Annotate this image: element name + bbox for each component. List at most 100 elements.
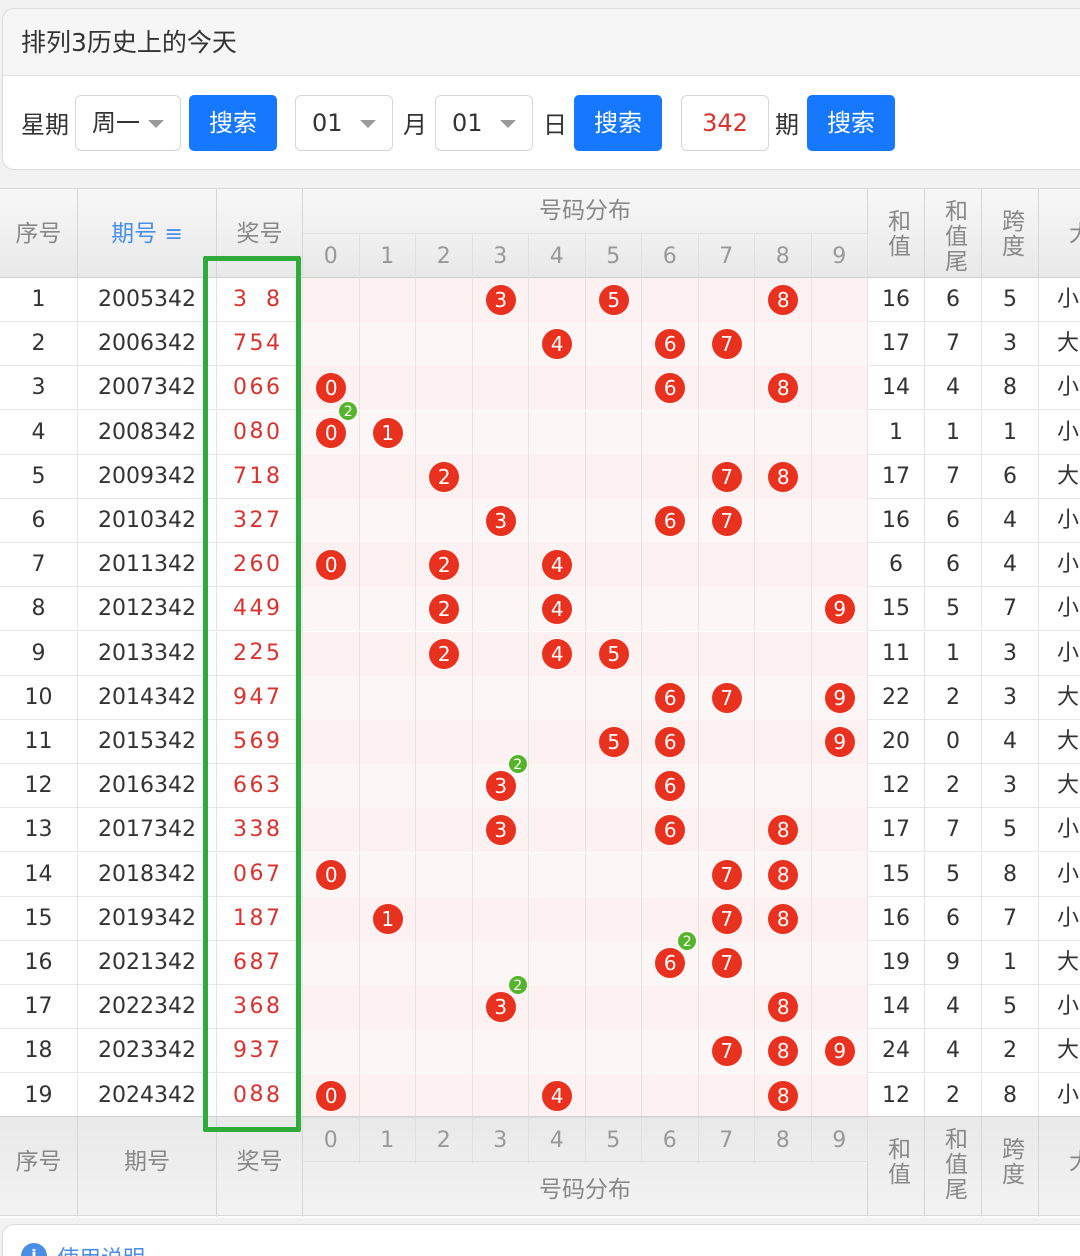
sum-cell: 17 — [868, 454, 925, 499]
header-sum: 和值 — [868, 189, 925, 279]
distribution-cell — [642, 587, 699, 632]
digit-column-header: 8 — [755, 233, 812, 279]
table-row: 18 2023342 9 7 8 24 4 2 大 7 8 9 — [0, 1029, 1080, 1107]
footer-sum-label: 和值 — [883, 1137, 910, 1187]
digit-column-header: 2 — [416, 1117, 473, 1163]
history-table: 序号 期号 ≡ 奖号 号码分布 和值 和值尾 跨度 大 0123456789 1… — [0, 188, 1080, 1218]
header-issue[interactable]: 期号 ≡ — [78, 189, 217, 279]
prize-number-cell: 7 8 2 — [217, 454, 303, 533]
footer-seq: 序号 — [0, 1117, 78, 1217]
distribution-cell — [472, 675, 529, 720]
sum-tail-cell: 7 — [925, 808, 982, 853]
sum-cell: 24 — [868, 1029, 925, 1074]
distribution-cell — [303, 808, 360, 853]
distribution-cell — [642, 985, 699, 1030]
distribution-cell — [472, 631, 529, 676]
seq-cell: 6 — [0, 499, 78, 543]
distribution-cell — [642, 543, 699, 588]
prize-number-cell: 0 0 1 — [217, 410, 303, 489]
table-row: 7 2011342 2 0 4664小024 — [0, 543, 1080, 621]
distribution-cell — [755, 410, 812, 455]
digit-column-header: 7 — [698, 1117, 755, 1163]
span-cell: 4 — [982, 543, 1039, 588]
day-label: 日 — [543, 111, 567, 139]
distribution-cell — [755, 941, 812, 985]
distribution-cell — [416, 852, 473, 897]
issue-cell: 2023342 — [78, 1029, 217, 1074]
distribution-cell — [585, 499, 642, 543]
number-ball: 7 — [711, 859, 742, 890]
month-select[interactable]: 01 — [295, 95, 393, 151]
distribution-cell — [585, 896, 642, 941]
number-ball: 2 — [429, 638, 460, 669]
digit-column-header: 6 — [642, 1117, 699, 1163]
sum-cell: 15 — [868, 852, 925, 897]
seq-cell: 16 — [0, 941, 78, 985]
distribution-cell — [359, 1029, 416, 1074]
prize-number-cell: 2 0 4 — [217, 543, 303, 621]
distribution-cell — [811, 985, 868, 1030]
distribution-cell — [416, 720, 473, 764]
number-ball: 5 — [598, 285, 629, 315]
distribution-cell — [811, 543, 868, 588]
prize-number-cell: 1 7 8 — [217, 896, 303, 975]
number-ball: 7 — [711, 461, 742, 492]
distribution-cell — [529, 720, 586, 764]
number-ball: 8 — [768, 859, 799, 890]
distribution-cell — [303, 587, 360, 632]
span-cell: 7 — [982, 896, 1039, 941]
header-sum-tail-label: 和值尾 — [940, 199, 967, 274]
week-search-button[interactable]: 搜索 — [189, 95, 277, 151]
prize-number-cell: 3 8 6 — [217, 808, 303, 886]
day-select[interactable]: 01 — [435, 95, 533, 151]
number-ball: 0 — [316, 859, 347, 890]
number-ball: 7 — [711, 329, 742, 360]
size-cell: 小 — [1039, 853, 1080, 897]
digit-column-header: 8 — [755, 1117, 812, 1163]
distribution-cell — [811, 366, 868, 411]
distribution-cell — [529, 1029, 586, 1074]
number-ball: 5 — [598, 727, 629, 757]
distribution-cell — [359, 852, 416, 897]
search-form: 星期 周一 搜索 01 月 01 日 搜索 342 期 搜索 — [3, 76, 1080, 169]
table-row: 17 2022342 3 8 3 14 4 5 小 3 8 2 — [0, 975, 1080, 1063]
footer-sum: 和值 — [868, 1117, 925, 1217]
issue-search-button[interactable]: 搜索 — [807, 95, 895, 151]
table-row: 2 2006342 7 4 6 17 7 3 大 4 6 7 — [0, 322, 1080, 400]
distribution-cell — [472, 896, 529, 941]
distribution-cell — [755, 322, 812, 367]
distribution-cell — [755, 499, 812, 543]
seq-cell: 13 — [0, 808, 78, 853]
help-card[interactable]: i 使用说明 — [2, 1224, 1080, 1256]
issue-cell: 2019342 — [78, 896, 217, 941]
prize-number-cell: 5 9 6 — [217, 720, 303, 798]
sort-icon[interactable]: ≡ — [164, 222, 182, 247]
distribution-cell — [811, 322, 868, 367]
distribution-cell — [585, 366, 642, 411]
seq-cell: 12 — [0, 764, 78, 809]
distribution-cell — [359, 631, 416, 676]
week-select[interactable]: 周一 — [75, 95, 181, 151]
number-ball: 3 — [485, 771, 516, 802]
issue-input[interactable]: 342 — [681, 95, 769, 151]
help-link[interactable]: 使用说明 — [57, 1241, 145, 1256]
distribution-cell — [698, 587, 755, 632]
sum-cell: 11 — [868, 631, 925, 676]
date-search-button[interactable]: 搜索 — [574, 95, 662, 151]
distribution-cell — [811, 1073, 868, 1118]
distribution-cell — [303, 1029, 360, 1074]
distribution-cell — [359, 587, 416, 632]
sum-tail-cell: 1 — [925, 631, 982, 676]
number-ball: 8 — [768, 1080, 799, 1111]
sum-cell: 12 — [868, 1073, 925, 1118]
table-row: 3 2007342 0 6 8 14 4 8 小 0 6 8 — [0, 366, 1080, 444]
sum-cell: 14 — [868, 366, 925, 411]
repeat-count-badge: 2 — [507, 975, 528, 996]
distribution-cell — [755, 587, 812, 632]
sum-cell: 1 — [868, 410, 925, 455]
prize-number-cell: 7 4 6 — [217, 322, 303, 400]
number-ball: 3 — [485, 506, 516, 536]
header-sum-label: 和值 — [883, 209, 910, 259]
distribution-cell — [811, 764, 868, 809]
digit-column-header: 3 — [472, 233, 529, 279]
